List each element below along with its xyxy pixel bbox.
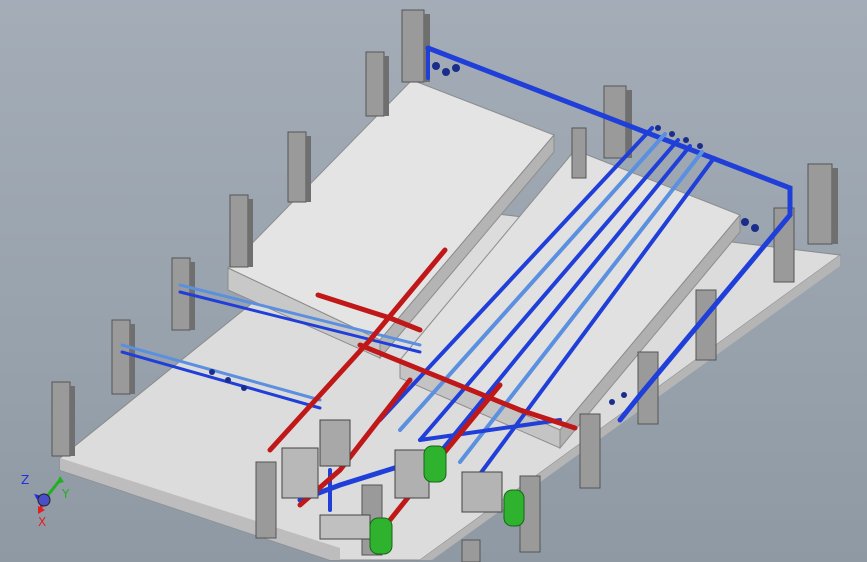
- z-axis-label: Z: [21, 473, 29, 487]
- column: [51, 381, 75, 457]
- column: [229, 194, 253, 268]
- vessel: [369, 517, 393, 555]
- column: [111, 319, 135, 395]
- triad-origin: [37, 493, 51, 507]
- coordinate-triad: Z Y X: [21, 473, 70, 529]
- column: [287, 131, 311, 203]
- column: [579, 413, 601, 489]
- column: [807, 163, 838, 245]
- column: [571, 127, 587, 179]
- column: [255, 461, 277, 539]
- y-axis-arrow: [56, 476, 64, 484]
- 3d-model-viewport[interactable]: Z Y X: [0, 0, 867, 562]
- x-axis-label: X: [38, 515, 46, 529]
- vessel: [503, 489, 525, 527]
- piping-model-scene[interactable]: [0, 0, 867, 562]
- y-axis-label: Y: [61, 487, 70, 501]
- column: [365, 51, 389, 117]
- column: [461, 539, 481, 562]
- vessel: [423, 445, 447, 483]
- column: [401, 9, 430, 83]
